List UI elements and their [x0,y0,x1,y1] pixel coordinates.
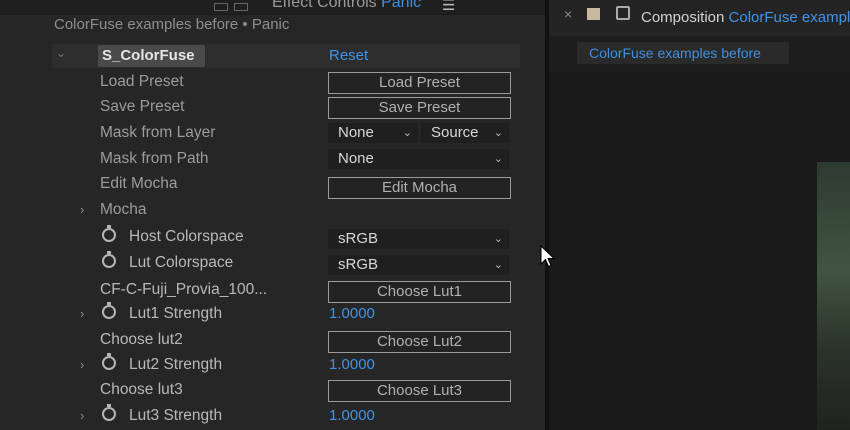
choose-lut2-button[interactable]: Choose Lut2 [328,331,511,353]
lut3-label: Choose lut3 [100,381,183,398]
host-colorspace-row: Host Colorspace sRGB ⌄ [52,225,520,250]
mask-path-dropdown[interactable]: None ⌄ [328,149,509,169]
load-preset-button[interactable]: Load Preset [328,72,511,94]
reset-link[interactable]: Reset [329,46,368,66]
lut-colorspace-dropdown[interactable]: sRGB ⌄ [328,255,509,275]
composition-label: Composition [641,9,725,26]
save-preset-label: Save Preset [100,98,185,115]
lut2-row: Choose lut2 Choose Lut2 [52,328,520,353]
chevron-down-icon: ⌄ [493,233,503,245]
host-colorspace-value: sRGB [338,230,379,247]
mask-source-value: Source [431,124,479,141]
close-icon[interactable]: × [564,6,572,22]
save-preset-button[interactable]: Save Preset [328,97,511,119]
layer-title: ColorFuse examples before • Panic [54,16,290,33]
lut1-label: CF-C-Fuji_Provia_100... [100,281,268,298]
mask-layer-value: None [338,124,374,141]
effect-controls-header: Effect Controls Panic ☰ [0,0,545,15]
composition-title[interactable]: Composition ColorFuse examples [641,9,850,26]
lut3-strength-value[interactable]: 1.0000 [329,406,375,426]
twirl-arrow-icon[interactable]: › [80,306,84,321]
mocha-row: › Mocha [52,198,520,223]
tab-layer-name: Panic [381,0,422,11]
tab-icon[interactable] [234,3,248,11]
chevron-down-icon: ⌄ [493,259,503,271]
load-preset-row: Load Preset Load Preset [52,70,520,95]
lut1-strength-value[interactable]: 1.0000 [329,304,375,324]
lut2-strength-value[interactable]: 1.0000 [329,355,375,375]
chevron-down-icon: ⌄ [402,127,412,139]
lut-colorspace-row: Lut Colorspace sRGB ⌄ [52,251,520,276]
mask-layer-dropdown[interactable]: None ⌄ [328,123,418,143]
choose-lut3-button[interactable]: Choose Lut3 [328,380,511,402]
lut2-strength-label: Lut2 Strength [129,356,223,373]
chevron-down-icon: ⌄ [493,153,503,165]
effect-controls-panel: Effect Controls Panic ☰ ColorFuse exampl… [0,0,545,430]
host-colorspace-dropdown[interactable]: sRGB ⌄ [328,229,509,249]
mask-from-path-row: Mask from Path None ⌄ [52,147,520,172]
composition-viewer[interactable] [549,72,850,430]
lut-colorspace-label: Lut Colorspace [129,254,234,271]
stopwatch-icon[interactable] [102,225,116,242]
mocha-label: Mocha [100,201,147,218]
tab-effect-controls[interactable]: Effect Controls Panic [272,0,421,12]
cursor-icon [540,245,556,268]
chevron-down-icon[interactable]: ⌄ [56,46,66,60]
twirl-arrow-icon[interactable]: › [80,357,84,372]
chevron-down-icon: ⌄ [493,127,503,139]
load-preset-label: Load Preset [100,73,184,90]
choose-lut1-button[interactable]: Choose Lut1 [328,281,511,303]
edit-mocha-row: Edit Mocha Edit Mocha [52,172,520,199]
save-preset-row: Save Preset Save Preset [52,95,520,120]
stopwatch-icon[interactable] [102,353,116,370]
lut3-strength-row: › Lut3 Strength 1.0000 [52,404,520,429]
composition-name: ColorFuse examples [728,9,850,26]
edit-mocha-button[interactable]: Edit Mocha [328,177,511,199]
effect-row: ⌄ S_ColorFuse Reset [52,44,520,68]
lut2-label: Choose lut2 [100,331,183,348]
lut2-strength-row: › Lut2 Strength 1.0000 [52,353,520,378]
mask-source-dropdown[interactable]: Source ⌄ [421,123,509,143]
lut1-strength-label: Lut1 Strength [129,305,223,322]
panel-tab-icons [214,0,254,11]
composition-tab[interactable]: ColorFuse examples before [577,42,789,64]
tab-icon[interactable] [214,3,228,11]
stopwatch-icon[interactable] [102,302,116,319]
host-colorspace-label: Host Colorspace [129,228,244,245]
lut1-row: CF-C-Fuji_Provia_100... Choose Lut1 [52,278,520,303]
mask-from-layer-row: Mask from Layer None ⌄ Source ⌄ [52,121,520,146]
menu-icon[interactable]: ☰ [442,0,455,14]
composition-color-icon [587,8,600,20]
lut-colorspace-value: sRGB [338,256,379,273]
twirl-arrow-icon[interactable]: › [80,408,84,423]
edit-mocha-label: Edit Mocha [100,175,178,192]
composition-panel: × Composition ColorFuse examples ColorFu… [549,0,850,430]
lut3-row: Choose lut3 Choose Lut3 [52,378,520,403]
lut3-strength-label: Lut3 Strength [129,407,223,424]
tab-title-label: Effect Controls [272,0,377,11]
stopwatch-icon[interactable] [102,251,116,268]
composition-header: × Composition ColorFuse examples [549,0,850,36]
mask-path-value: None [338,150,374,167]
effect-name[interactable]: S_ColorFuse [98,45,205,67]
mask-from-layer-label: Mask from Layer [100,124,216,141]
stopwatch-icon[interactable] [102,404,116,421]
twirl-arrow-icon[interactable]: › [80,202,84,217]
footage-preview [817,162,850,430]
lock-icon[interactable] [616,6,630,20]
mask-from-path-label: Mask from Path [100,150,209,167]
lut1-strength-row: › Lut1 Strength 1.0000 [52,302,520,327]
